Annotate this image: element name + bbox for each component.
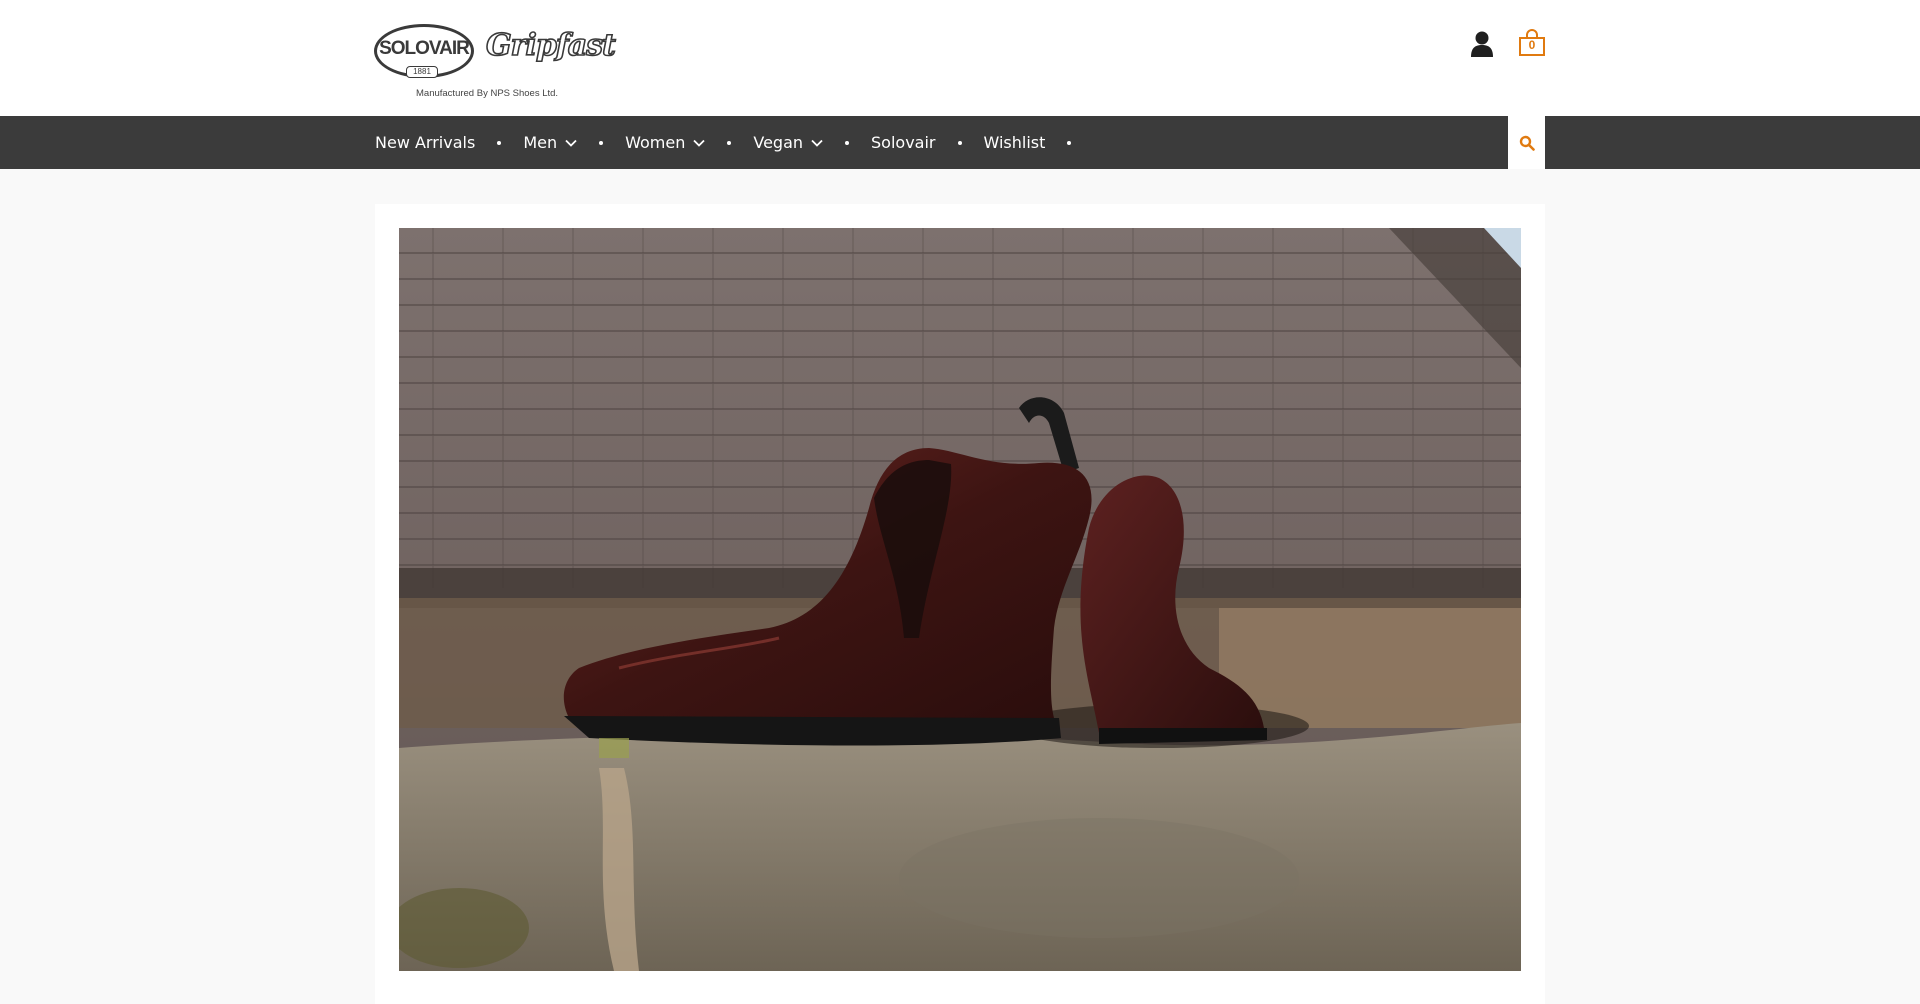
cart-button[interactable]: 0: [1517, 28, 1547, 58]
nav-label: Men: [523, 133, 558, 152]
nav-item-wishlist[interactable]: Wishlist: [984, 133, 1046, 152]
cart-count: 0: [1528, 38, 1536, 52]
brand-logo[interactable]: SOLOVAIR 1881 Gripfast Manufactured By N…: [374, 22, 617, 102]
hero-image[interactable]: [399, 228, 1521, 971]
nav-label: Vegan: [753, 133, 804, 152]
nav-separator: [727, 140, 732, 145]
nav-separator: [497, 140, 502, 145]
main-content: [375, 204, 1545, 1004]
search-icon: [1519, 135, 1535, 151]
nav-label: Solovair: [871, 133, 936, 152]
main-navigation: New Arrivals Men Women Vegan Solovair Wi…: [0, 116, 1920, 169]
user-icon[interactable]: [1470, 30, 1494, 58]
nav-item-vegan[interactable]: Vegan: [753, 133, 823, 152]
nav-separator: [599, 140, 604, 145]
gripfast-logo: Gripfast: [485, 27, 616, 64]
brand-tagline: Manufactured By NPS Shoes Ltd.: [416, 88, 559, 99]
hero-photo: [399, 228, 1521, 971]
nav-item-new-arrivals[interactable]: New Arrivals: [375, 133, 475, 152]
site-header: SOLOVAIR 1881 Gripfast Manufactured By N…: [0, 0, 1920, 116]
nav-separator: [957, 140, 962, 145]
nav-label: Women: [625, 133, 686, 152]
solovair-logo-text: SOLOVAIR: [379, 38, 470, 59]
nav-item-solovair[interactable]: Solovair: [871, 133, 935, 152]
search-button[interactable]: [1508, 116, 1545, 169]
nav-label: Wishlist: [983, 133, 1046, 152]
logo-year: 1881: [406, 66, 438, 78]
nav-label: New Arrivals: [375, 133, 476, 152]
nav-item-men[interactable]: Men: [523, 133, 577, 152]
chevron-down-icon: [811, 139, 823, 147]
nav-separator: [845, 140, 850, 145]
chevron-down-icon: [693, 139, 705, 147]
nav-separator: [1067, 140, 1072, 145]
nav-item-women[interactable]: Women: [625, 133, 705, 152]
chevron-down-icon: [565, 139, 577, 147]
